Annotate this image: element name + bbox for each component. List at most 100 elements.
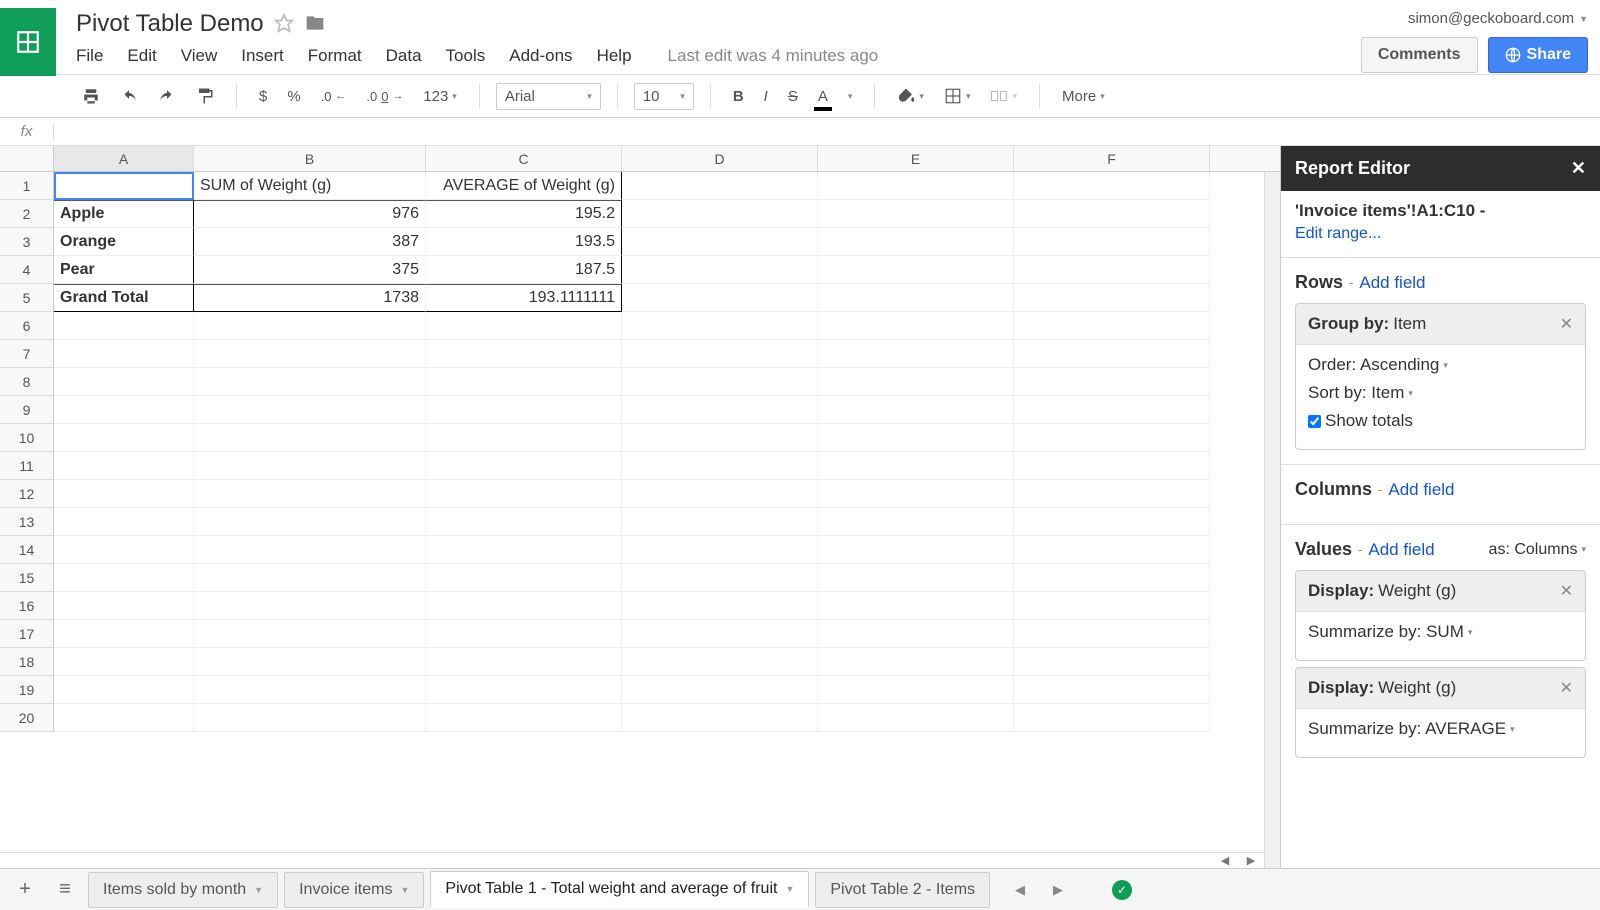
cell-B2[interactable]: 976 — [194, 200, 426, 228]
all-sheets-button[interactable]: ≡ — [48, 875, 82, 905]
cell[interactable] — [426, 620, 622, 648]
cell[interactable] — [1014, 480, 1210, 508]
cell[interactable] — [194, 452, 426, 480]
show-totals-input[interactable] — [1308, 415, 1321, 428]
chevron-down-icon[interactable]: ▾ — [842, 87, 859, 106]
col-header-D[interactable]: D — [622, 146, 818, 171]
cell[interactable] — [426, 424, 622, 452]
cell[interactable] — [622, 368, 818, 396]
row-header-16[interactable]: 16 — [0, 592, 53, 620]
cell[interactable] — [426, 592, 622, 620]
cell-A1[interactable] — [54, 172, 194, 200]
row-header-5[interactable]: 5 — [0, 284, 53, 312]
share-button[interactable]: Share — [1488, 37, 1588, 73]
row-header-8[interactable]: 8 — [0, 368, 53, 396]
cell-C5[interactable]: 193.1111111 — [426, 284, 622, 312]
row-header-1[interactable]: 1 — [0, 172, 53, 200]
paint-format-icon[interactable] — [190, 83, 220, 109]
cell[interactable] — [818, 228, 1014, 256]
cell[interactable] — [194, 368, 426, 396]
cell[interactable] — [622, 620, 818, 648]
cell[interactable] — [1014, 200, 1210, 228]
account-menu[interactable]: simon@geckoboard.com ▼ — [1408, 10, 1588, 27]
rows-add-field[interactable]: Add field — [1359, 273, 1425, 293]
cell[interactable] — [622, 200, 818, 228]
cell-B5[interactable]: 1738 — [194, 284, 426, 312]
cell[interactable] — [54, 508, 194, 536]
menu-view[interactable]: View — [181, 46, 218, 66]
row-header-19[interactable]: 19 — [0, 676, 53, 704]
cell[interactable] — [622, 452, 818, 480]
star-icon[interactable] — [274, 13, 294, 36]
cell[interactable] — [194, 620, 426, 648]
cell[interactable] — [54, 340, 194, 368]
font-select[interactable]: Arial▾ — [496, 83, 601, 110]
cell[interactable] — [622, 312, 818, 340]
row-header-18[interactable]: 18 — [0, 648, 53, 676]
cell[interactable] — [818, 200, 1014, 228]
cell[interactable] — [54, 452, 194, 480]
merge-button[interactable]: ▾ — [984, 83, 1023, 109]
row-header-20[interactable]: 20 — [0, 704, 53, 732]
cell[interactable] — [818, 312, 1014, 340]
cell[interactable] — [194, 704, 426, 732]
cell[interactable] — [1014, 648, 1210, 676]
cell[interactable] — [1014, 312, 1210, 340]
menu-format[interactable]: Format — [308, 46, 362, 66]
scroll-right-icon[interactable]: ▶ — [1238, 854, 1264, 867]
row-header-13[interactable]: 13 — [0, 508, 53, 536]
decrease-decimal-button[interactable]: .0← — [315, 85, 353, 108]
cell-A5[interactable]: Grand Total — [54, 284, 194, 312]
cell[interactable] — [426, 704, 622, 732]
cell[interactable] — [54, 536, 194, 564]
cell[interactable] — [1014, 676, 1210, 704]
cell[interactable] — [1014, 284, 1210, 312]
cell[interactable] — [818, 368, 1014, 396]
cell[interactable] — [818, 508, 1014, 536]
cell[interactable] — [194, 676, 426, 704]
cell[interactable] — [622, 648, 818, 676]
show-totals-checkbox[interactable]: Show totals — [1308, 411, 1573, 431]
cell[interactable] — [1014, 536, 1210, 564]
cell-C4[interactable]: 187.5 — [426, 256, 622, 284]
comments-button[interactable]: Comments — [1361, 37, 1478, 73]
cell[interactable] — [426, 676, 622, 704]
cell[interactable] — [54, 592, 194, 620]
sheets-logo[interactable] — [0, 8, 56, 76]
menu-tools[interactable]: Tools — [446, 46, 486, 66]
print-icon[interactable] — [76, 83, 106, 109]
summarize-select-2[interactable]: Summarize by: AVERAGE▾ — [1308, 719, 1573, 739]
row-header-10[interactable]: 10 — [0, 424, 53, 452]
menu-edit[interactable]: Edit — [127, 46, 156, 66]
row-header-3[interactable]: 3 — [0, 228, 53, 256]
select-all-corner[interactable] — [0, 146, 54, 171]
cell[interactable] — [194, 340, 426, 368]
cell[interactable] — [426, 480, 622, 508]
redo-icon[interactable] — [152, 85, 182, 107]
row-header-12[interactable]: 12 — [0, 480, 53, 508]
undo-icon[interactable] — [114, 85, 144, 107]
menu-help[interactable]: Help — [597, 46, 632, 66]
row-header-15[interactable]: 15 — [0, 564, 53, 592]
values-add-field[interactable]: Add field — [1368, 540, 1434, 560]
sheet-tab-2[interactable]: Invoice items▼ — [284, 872, 424, 908]
cell[interactable] — [818, 648, 1014, 676]
cell[interactable] — [426, 536, 622, 564]
sheet-grid[interactable]: A B C D E F 1234567891011121314151617181… — [0, 146, 1280, 868]
cell[interactable] — [1014, 396, 1210, 424]
scroll-left-icon[interactable]: ◀ — [1212, 854, 1238, 867]
document-title[interactable]: Pivot Table Demo — [76, 10, 264, 38]
sheet-tab-1[interactable]: Items sold by month▼ — [88, 872, 278, 908]
edit-range-link[interactable]: Edit range... — [1281, 225, 1600, 258]
fill-color-button[interactable]: ▾ — [891, 83, 930, 109]
cell-A2[interactable]: Apple — [54, 200, 194, 228]
menu-insert[interactable]: Insert — [241, 46, 284, 66]
cell[interactable] — [54, 312, 194, 340]
cell-A4[interactable]: Pear — [54, 256, 194, 284]
cell-B1[interactable]: SUM of Weight (g) — [194, 172, 426, 200]
order-select[interactable]: Order: Ascending▾ — [1308, 355, 1573, 375]
cell[interactable] — [1014, 620, 1210, 648]
col-header-C[interactable]: C — [426, 146, 622, 171]
cell[interactable] — [426, 648, 622, 676]
row-header-9[interactable]: 9 — [0, 396, 53, 424]
